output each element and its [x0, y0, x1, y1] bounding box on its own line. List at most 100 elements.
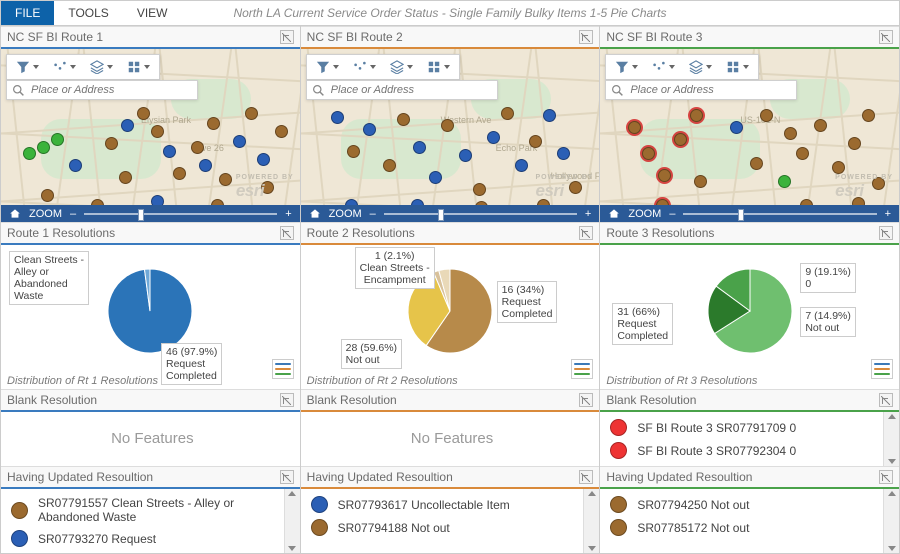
map-point[interactable]	[543, 109, 556, 122]
map-point[interactable]	[257, 153, 270, 166]
map-point[interactable]	[473, 183, 486, 196]
map-point[interactable]	[233, 135, 246, 148]
map-point[interactable]	[441, 119, 454, 132]
map[interactable]: Santa MonicaSunset BlvdUS-101-NPOWERED B…	[600, 49, 899, 205]
scrollbar[interactable]	[883, 489, 899, 553]
layers-tool[interactable]	[386, 58, 417, 76]
layers-tool[interactable]	[86, 58, 117, 76]
zoom-out[interactable]: –	[370, 208, 376, 220]
popout-icon[interactable]	[280, 226, 294, 240]
scroll-up-icon[interactable]	[888, 414, 896, 419]
map-point[interactable]	[191, 141, 204, 154]
map-point[interactable]	[41, 189, 54, 202]
map-point[interactable]	[347, 145, 360, 158]
popout-icon[interactable]	[280, 393, 294, 407]
menu-tools[interactable]: TOOLS	[54, 1, 122, 25]
list-item[interactable]: SF BI Route 3 SR07792304 0	[606, 439, 897, 462]
map-point[interactable]	[151, 195, 164, 205]
scroll-down-icon[interactable]	[888, 546, 896, 551]
scrollbar[interactable]	[883, 412, 899, 466]
map-point[interactable]	[151, 125, 164, 138]
map-point[interactable]	[173, 167, 186, 180]
map-point[interactable]	[345, 199, 358, 205]
zoom-in[interactable]: +	[585, 208, 591, 220]
map-point[interactable]	[199, 159, 212, 172]
menu-file[interactable]: FILE	[1, 1, 54, 25]
map[interactable]: 5th StW 6th StWestern AveEcho ParkHollyw…	[301, 49, 600, 205]
map-point[interactable]	[501, 107, 514, 120]
popout-icon[interactable]	[579, 30, 593, 44]
funnel-tool[interactable]	[312, 58, 343, 76]
map-point[interactable]	[211, 199, 224, 205]
map-point[interactable]	[275, 125, 288, 138]
scrollbar[interactable]	[284, 489, 300, 553]
map-point[interactable]	[459, 149, 472, 162]
layers-tool[interactable]	[685, 58, 716, 76]
zoom-in[interactable]: +	[885, 208, 891, 220]
map-point[interactable]	[245, 107, 258, 120]
legend-button[interactable]	[272, 359, 294, 379]
funnel-tool[interactable]	[611, 58, 642, 76]
search-input[interactable]	[329, 83, 492, 97]
map-point[interactable]	[23, 147, 36, 160]
map-point[interactable]	[37, 141, 50, 154]
map-point[interactable]	[219, 173, 232, 186]
list-item[interactable]: SR07791557 Clean Streets - Alley or Aban…	[7, 493, 298, 527]
map-point[interactable]	[363, 123, 376, 136]
map-point[interactable]	[413, 141, 426, 154]
home-icon[interactable]	[9, 208, 21, 219]
list-item[interactable]: SR07793270 Request	[7, 527, 298, 550]
map-point[interactable]	[331, 111, 344, 124]
scroll-up-icon[interactable]	[588, 491, 596, 496]
list-item[interactable]: SR07794188 Not out	[307, 516, 598, 539]
list-item[interactable]: SR07793617 Uncollectable Item	[307, 493, 598, 516]
map-point[interactable]	[137, 107, 150, 120]
map-point[interactable]	[475, 201, 488, 205]
grid-tool[interactable]	[123, 58, 154, 76]
map-point[interactable]	[91, 199, 104, 205]
list-item[interactable]: SR07794250 Not out	[606, 493, 897, 516]
list-item[interactable]: SR07785172 Not out	[606, 516, 897, 539]
home-icon[interactable]	[608, 208, 620, 219]
search-input[interactable]	[628, 83, 791, 97]
grid-tool[interactable]	[423, 58, 454, 76]
map-point[interactable]	[121, 119, 134, 132]
list-item[interactable]: SF BI Route 3 SR07791709 0	[606, 416, 897, 439]
zoom-slider[interactable]	[384, 213, 577, 215]
map-point[interactable]	[411, 199, 424, 205]
legend-button[interactable]	[871, 359, 893, 379]
funnel-tool[interactable]	[12, 58, 43, 76]
map-point[interactable]	[397, 113, 410, 126]
scroll-up-icon[interactable]	[888, 491, 896, 496]
zoom-slider[interactable]	[84, 213, 277, 215]
map[interactable]: Mount WashCypress StElysian ParkAve 26PO…	[1, 49, 300, 205]
map-point[interactable]	[51, 133, 64, 146]
map-point[interactable]	[487, 131, 500, 144]
scroll-down-icon[interactable]	[888, 459, 896, 464]
popout-icon[interactable]	[579, 226, 593, 240]
popout-icon[interactable]	[879, 393, 893, 407]
scroll-up-icon[interactable]	[288, 491, 296, 496]
map-point[interactable]	[207, 117, 220, 130]
zoom-slider[interactable]	[683, 213, 876, 215]
home-icon[interactable]	[309, 208, 321, 219]
legend-button[interactable]	[571, 359, 593, 379]
map-point[interactable]	[529, 135, 542, 148]
map-point[interactable]	[515, 159, 528, 172]
dots-tool[interactable]	[49, 58, 80, 76]
popout-icon[interactable]	[879, 470, 893, 484]
map-point[interactable]	[383, 159, 396, 172]
grid-tool[interactable]	[722, 58, 753, 76]
scrollbar[interactable]	[583, 489, 599, 553]
map-point[interactable]	[429, 171, 442, 184]
menu-view[interactable]: VIEW	[123, 1, 182, 25]
popout-icon[interactable]	[280, 30, 294, 44]
map-point[interactable]	[69, 159, 82, 172]
dots-tool[interactable]	[349, 58, 380, 76]
map-point[interactable]	[557, 147, 570, 160]
zoom-in[interactable]: +	[285, 208, 291, 220]
zoom-out[interactable]: –	[70, 208, 76, 220]
dots-tool[interactable]	[648, 58, 679, 76]
search-input[interactable]	[29, 83, 192, 97]
map-point[interactable]	[163, 145, 176, 158]
